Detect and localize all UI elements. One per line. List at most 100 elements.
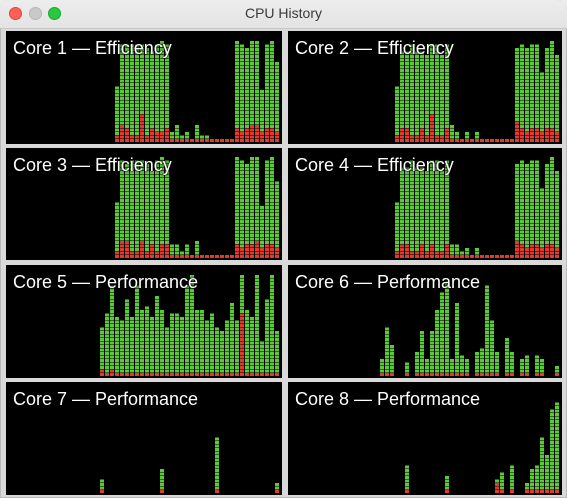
user-load-block: [550, 83, 554, 86]
user-load-block: [155, 128, 159, 132]
user-load-block: [410, 192, 414, 195]
user-load-block: [395, 121, 399, 125]
user-load-block: [245, 174, 249, 178]
user-load-block: [140, 90, 144, 93]
user-load-block: [535, 164, 539, 167]
user-load-block: [250, 317, 254, 320]
user-load-block: [440, 331, 444, 334]
user-load-block: [265, 55, 269, 58]
user-load-block: [210, 362, 214, 366]
user-load-block: [115, 111, 119, 114]
user-load-block: [520, 44, 524, 48]
user-load-block: [445, 299, 449, 303]
user-load-block: [535, 213, 539, 216]
user-load-block: [140, 185, 144, 188]
user-load-block: [125, 220, 129, 223]
user-load-block: [445, 178, 449, 181]
user-load-block: [430, 366, 434, 369]
user-load-block: [165, 227, 169, 230]
system-load-block: [415, 255, 419, 258]
user-load-block: [545, 465, 549, 469]
user-load-block: [155, 111, 159, 114]
user-load-block: [485, 296, 489, 299]
system-load-block: [250, 248, 254, 251]
user-load-block: [415, 237, 419, 241]
user-load-block: [420, 230, 424, 234]
user-load-block: [540, 195, 544, 199]
user-load-block: [125, 338, 129, 341]
user-load-block: [250, 79, 254, 83]
user-load-block: [195, 348, 199, 352]
user-load-block: [425, 128, 429, 132]
system-load-block: [225, 139, 229, 142]
user-load-block: [145, 244, 149, 248]
user-load-block: [240, 199, 244, 202]
user-load-block: [245, 167, 249, 171]
user-load-block: [230, 352, 234, 355]
user-load-block: [255, 223, 259, 227]
system-load-block: [245, 255, 249, 258]
user-load-block: [215, 448, 219, 451]
user-load-block: [180, 251, 184, 255]
user-load-block: [110, 341, 114, 345]
user-load-block: [140, 313, 144, 317]
user-load-block: [395, 223, 399, 227]
user-load-block: [230, 345, 234, 348]
user-load-block: [555, 114, 559, 118]
user-load-block: [235, 178, 239, 181]
user-load-block: [120, 227, 124, 230]
user-load-block: [135, 100, 139, 104]
user-load-block: [515, 107, 519, 111]
system-load-block: [120, 244, 124, 248]
user-load-block: [235, 359, 239, 362]
user-load-block: [215, 352, 219, 355]
system-load-block: [520, 373, 524, 376]
user-load-block: [440, 181, 444, 185]
user-load-block: [120, 213, 124, 216]
user-load-block: [445, 79, 449, 83]
user-load-block: [160, 86, 164, 90]
user-load-block: [445, 234, 449, 237]
user-load-block: [410, 76, 414, 79]
system-load-block: [250, 139, 254, 142]
user-load-block: [240, 118, 244, 121]
user-load-block: [210, 341, 214, 345]
user-load-block: [235, 157, 239, 160]
user-load-block: [240, 111, 244, 114]
user-load-block: [275, 76, 279, 79]
user-load-block: [520, 174, 524, 178]
user-load-block: [250, 164, 254, 167]
user-load-block: [165, 62, 169, 65]
user-load-block: [445, 313, 449, 317]
user-load-block: [530, 181, 534, 185]
system-load-block: [400, 248, 404, 251]
user-load-block: [225, 362, 229, 366]
user-load-block: [250, 41, 254, 44]
user-load-block: [455, 324, 459, 327]
user-load-block: [140, 345, 144, 348]
user-load-block: [235, 41, 239, 44]
user-load-block: [435, 244, 439, 248]
user-load-block: [150, 125, 154, 128]
user-load-block: [515, 234, 519, 237]
user-load-block: [155, 296, 159, 299]
user-load-block: [440, 206, 444, 209]
user-load-block: [255, 199, 259, 202]
user-load-block: [240, 234, 244, 237]
user-load-block: [140, 324, 144, 327]
user-load-block: [245, 118, 249, 121]
user-load-block: [175, 135, 179, 139]
user-load-block: [425, 90, 429, 93]
user-load-block: [270, 72, 274, 76]
user-load-block: [250, 331, 254, 334]
user-load-block: [145, 199, 149, 202]
user-load-block: [165, 369, 169, 373]
user-load-block: [420, 93, 424, 97]
user-load-block: [435, 125, 439, 128]
user-load-block: [515, 104, 519, 107]
user-load-block: [405, 86, 409, 90]
user-load-block: [235, 118, 239, 121]
user-load-block: [135, 352, 139, 355]
user-load-block: [405, 118, 409, 121]
title-bar[interactable]: CPU History: [0, 0, 567, 29]
